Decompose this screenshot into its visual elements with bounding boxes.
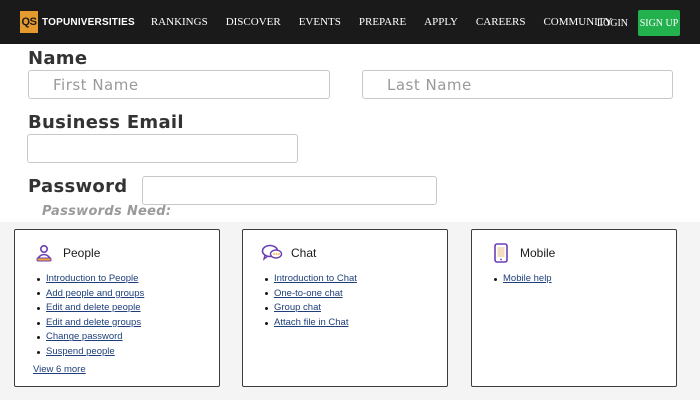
list-item: Edit and delete people	[37, 301, 144, 316]
mobile-card: Mobile Mobile help	[471, 229, 677, 387]
topic-link[interactable]: One-to-one chat	[274, 287, 343, 302]
topic-link[interactable]: Change password	[46, 330, 123, 345]
last-name-field[interactable]	[362, 70, 673, 99]
nav-link-apply[interactable]: APPLY	[424, 16, 458, 28]
list-item: Group chat	[265, 301, 357, 316]
brand-mark: QS	[20, 11, 38, 33]
topic-link[interactable]: Introduction to People	[46, 272, 138, 287]
chat-card-title: Chat	[291, 246, 317, 260]
chat-icon	[261, 242, 283, 264]
account-actions: LOGIN SIGN UP	[597, 10, 680, 36]
name-label: Name	[28, 48, 88, 69]
main-menu: RANKINGS DISCOVER EVENTS PREPARE APPLY C…	[151, 16, 631, 28]
nav-link-prepare[interactable]: PREPARE	[359, 16, 406, 28]
topic-link[interactable]: Introduction to Chat	[274, 272, 357, 287]
view-more-link[interactable]: View 6 more	[33, 364, 86, 375]
topic-link[interactable]: Mobile help	[503, 272, 552, 287]
signup-button[interactable]: SIGN UP	[638, 10, 680, 36]
people-card-title: People	[63, 246, 101, 260]
nav-link-discover[interactable]: DISCOVER	[226, 16, 281, 28]
business-email-label: Business Email	[28, 112, 184, 133]
list-item: Introduction to Chat	[265, 272, 357, 287]
chat-card-header: Chat	[261, 242, 316, 264]
mobile-icon	[490, 242, 512, 264]
password-label: Password	[28, 176, 128, 197]
password-requirements-hint: Passwords Need:	[42, 204, 172, 219]
password-field[interactable]	[142, 176, 437, 205]
list-item: Attach file in Chat	[265, 316, 357, 331]
first-name-field[interactable]	[28, 70, 330, 99]
list-item: Change password	[37, 330, 144, 345]
nav-link-events[interactable]: EVENTS	[299, 16, 341, 28]
people-card-header: People	[33, 242, 100, 264]
brand-logo[interactable]: QS TOPUNIVERSITIES	[20, 10, 135, 34]
mobile-card-title: Mobile	[520, 246, 556, 260]
list-item: Add people and groups	[37, 287, 144, 302]
chat-topic-list: Introduction to Chat One-to-one chat Gro…	[265, 272, 357, 330]
brand-name: TOPUNIVERSITIES	[42, 16, 135, 28]
topic-link[interactable]: Suspend people	[46, 345, 115, 360]
nav-link-rankings[interactable]: RANKINGS	[151, 16, 208, 28]
topic-link[interactable]: Edit and delete groups	[46, 316, 141, 331]
topic-link[interactable]: Group chat	[274, 301, 321, 316]
people-icon	[33, 242, 55, 264]
top-navigation-bar: QS TOPUNIVERSITIES RANKINGS DISCOVER EVE…	[0, 0, 700, 44]
topic-link[interactable]: Add people and groups	[46, 287, 144, 302]
people-topic-list: Introduction to People Add people and gr…	[37, 272, 144, 360]
chat-card: Chat Introduction to Chat One-to-one cha…	[242, 229, 448, 387]
nav-link-careers[interactable]: CAREERS	[476, 16, 526, 28]
login-link[interactable]: LOGIN	[597, 18, 628, 29]
people-card: People Introduction to People Add people…	[14, 229, 220, 387]
mobile-card-header: Mobile	[490, 242, 555, 264]
mobile-topic-list: Mobile help	[494, 272, 552, 287]
business-email-field[interactable]	[27, 134, 298, 163]
topic-link[interactable]: Attach file in Chat	[274, 316, 348, 331]
topic-link[interactable]: Edit and delete people	[46, 301, 141, 316]
list-item: Edit and delete groups	[37, 316, 144, 331]
list-item: One-to-one chat	[265, 287, 357, 302]
list-item: Suspend people	[37, 345, 144, 360]
list-item: Introduction to People	[37, 272, 144, 287]
list-item: Mobile help	[494, 272, 552, 287]
